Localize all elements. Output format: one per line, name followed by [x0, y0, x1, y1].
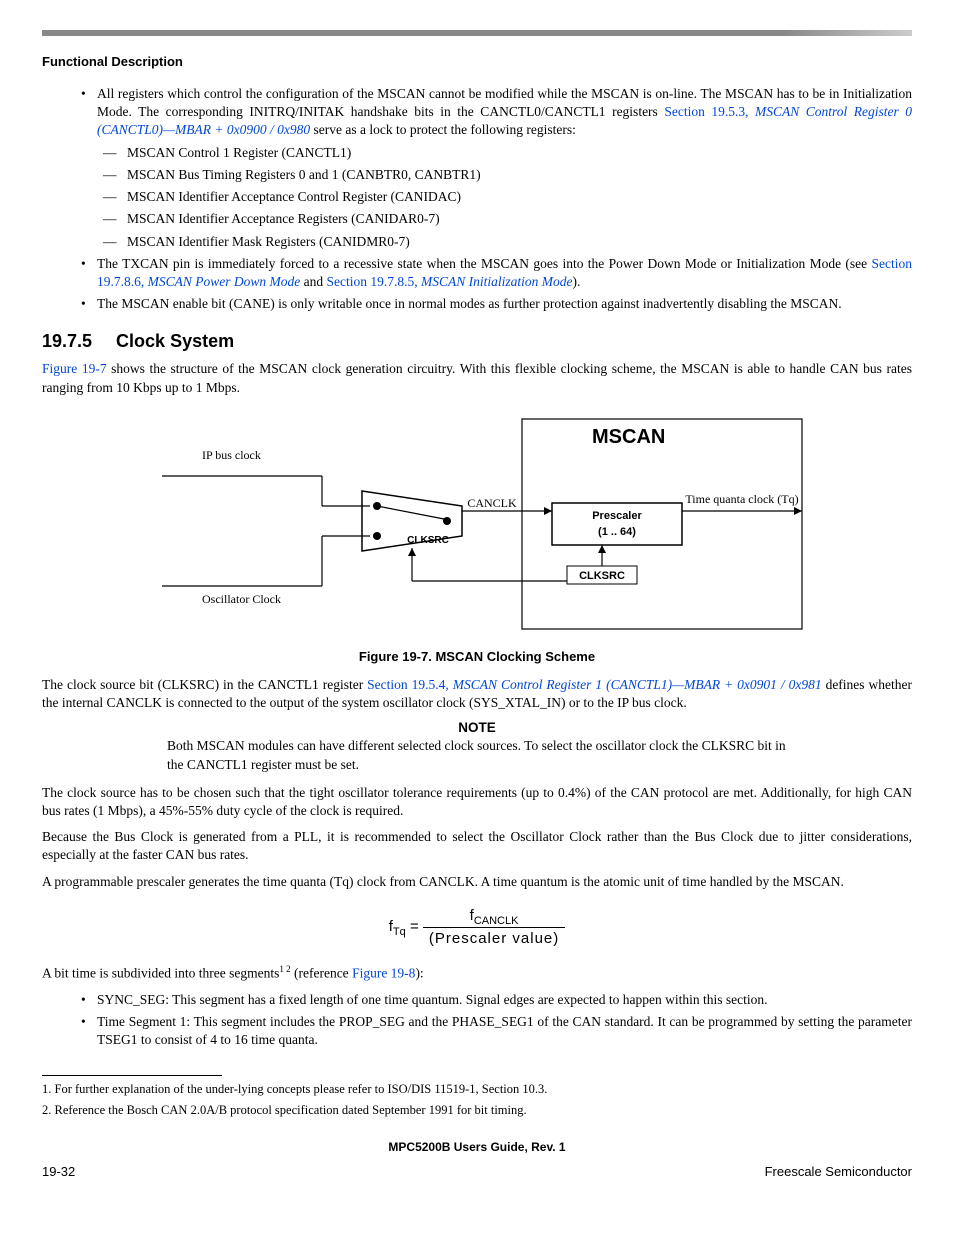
xref-link[interactable]: Section 19.7.8.5, MSCAN Initialization M…	[327, 274, 573, 289]
list-item: MSCAN Control 1 Register (CANCTL1)	[127, 144, 912, 162]
list-item: MSCAN Identifier Mask Registers (CANIDMR…	[127, 233, 912, 251]
text: A bit time is subdivided into three segm…	[42, 965, 279, 980]
paragraph: The clock source has to be chosen such t…	[42, 784, 912, 820]
text: and	[300, 274, 326, 289]
running-head: Functional Description	[42, 54, 912, 69]
xref-link[interactable]: Section 19.5.4, MSCAN Control Register 1…	[367, 677, 821, 692]
sub-list: MSCAN Control 1 Register (CANCTL1) MSCAN…	[97, 144, 912, 251]
footnote: 1. For further explanation of the under-…	[42, 1082, 912, 1097]
canclk-label: CANCLK	[467, 496, 517, 510]
segment-list: SYNC_SEG: This segment has a fixed lengt…	[42, 991, 912, 1050]
footnote-marker: 1 2	[279, 964, 290, 974]
xref-link[interactable]: Figure 19-8	[352, 965, 415, 980]
prescaler-label: Prescaler	[592, 510, 642, 522]
f-eq: =	[410, 918, 419, 935]
text: (reference	[291, 965, 352, 980]
text: The clock source bit (CLKSRC) in the CAN…	[42, 677, 367, 692]
fraction-num: fCANCLK	[423, 907, 565, 928]
osc-label: Oscillator Clock	[202, 592, 281, 606]
list-item: MSCAN Identifier Acceptance Registers (C…	[127, 210, 912, 228]
footer-doc-title: MPC5200B Users Guide, Rev. 1	[42, 1140, 912, 1154]
fraction: fCANCLK (Prescaler value)	[423, 907, 565, 947]
page-number: 19-32	[42, 1164, 75, 1179]
list-item: Time Segment 1: This segment includes th…	[97, 1013, 912, 1049]
note-body: Both MSCAN modules can have different se…	[167, 737, 787, 773]
config-list: All registers which control the configur…	[42, 85, 912, 313]
paragraph: Figure 19-7 shows the structure of the M…	[42, 360, 912, 396]
section-title: Clock System	[116, 331, 234, 351]
text: The TXCAN pin is immediately forced to a…	[97, 256, 872, 271]
footnote-rule	[42, 1075, 222, 1076]
paragraph: Because the Bus Clock is generated from …	[42, 828, 912, 864]
list-item: The TXCAN pin is immediately forced to a…	[97, 255, 912, 291]
header-bar	[42, 30, 912, 36]
text: ):	[415, 965, 423, 980]
figure-19-7: MSCAN Prescaler (1 .. 64) Time quanta cl…	[102, 411, 822, 641]
list-item: All registers which control the configur…	[97, 85, 912, 251]
text: ).	[573, 274, 581, 289]
mscan-label: MSCAN	[592, 426, 665, 448]
list-item: MSCAN Identifier Acceptance Control Regi…	[127, 188, 912, 206]
list-item: The MSCAN enable bit (CANE) is only writ…	[97, 295, 912, 313]
note-heading: NOTE	[42, 720, 912, 735]
paragraph: A programmable prescaler generates the t…	[42, 873, 912, 891]
figure-caption: Figure 19-7. MSCAN Clocking Scheme	[42, 649, 912, 664]
ip-bus-label: IP bus clock	[202, 448, 261, 462]
list-item: MSCAN Bus Timing Registers 0 and 1 (CANB…	[127, 166, 912, 184]
text: shows the structure of the MSCAN clock g…	[42, 361, 912, 394]
xref-link[interactable]: Figure 19-7	[42, 361, 107, 376]
prescaler-range: (1 .. 64)	[598, 526, 636, 538]
formula-tq: fTq = fCANCLK (Prescaler value)	[42, 907, 912, 947]
section-heading: 19.7.5 Clock System	[42, 331, 912, 352]
text: serve as a lock to protect the following…	[310, 122, 576, 137]
page-footer: MPC5200B Users Guide, Rev. 1 19-32 Frees…	[42, 1140, 912, 1179]
footnote: 2. Reference the Bosch CAN 2.0A/B protoc…	[42, 1103, 912, 1118]
tq-label: Time quanta clock (Tq)	[685, 492, 798, 506]
clocking-diagram: MSCAN Prescaler (1 .. 64) Time quanta cl…	[102, 411, 822, 641]
clksrc1-label: CLKSRC	[407, 535, 449, 546]
paragraph: The clock source bit (CLKSRC) in the CAN…	[42, 676, 912, 712]
fraction-den: (Prescaler value)	[423, 928, 565, 947]
page: Functional Description All registers whi…	[2, 0, 952, 1199]
list-item: SYNC_SEG: This segment has a fixed lengt…	[97, 991, 912, 1009]
section-number: 19.7.5	[42, 331, 92, 351]
paragraph: A bit time is subdivided into three segm…	[42, 963, 912, 983]
f-lhs-sub: Tq	[393, 926, 406, 938]
footer-company: Freescale Semiconductor	[765, 1164, 912, 1179]
clksrc2-label: CLKSRC	[579, 570, 625, 582]
